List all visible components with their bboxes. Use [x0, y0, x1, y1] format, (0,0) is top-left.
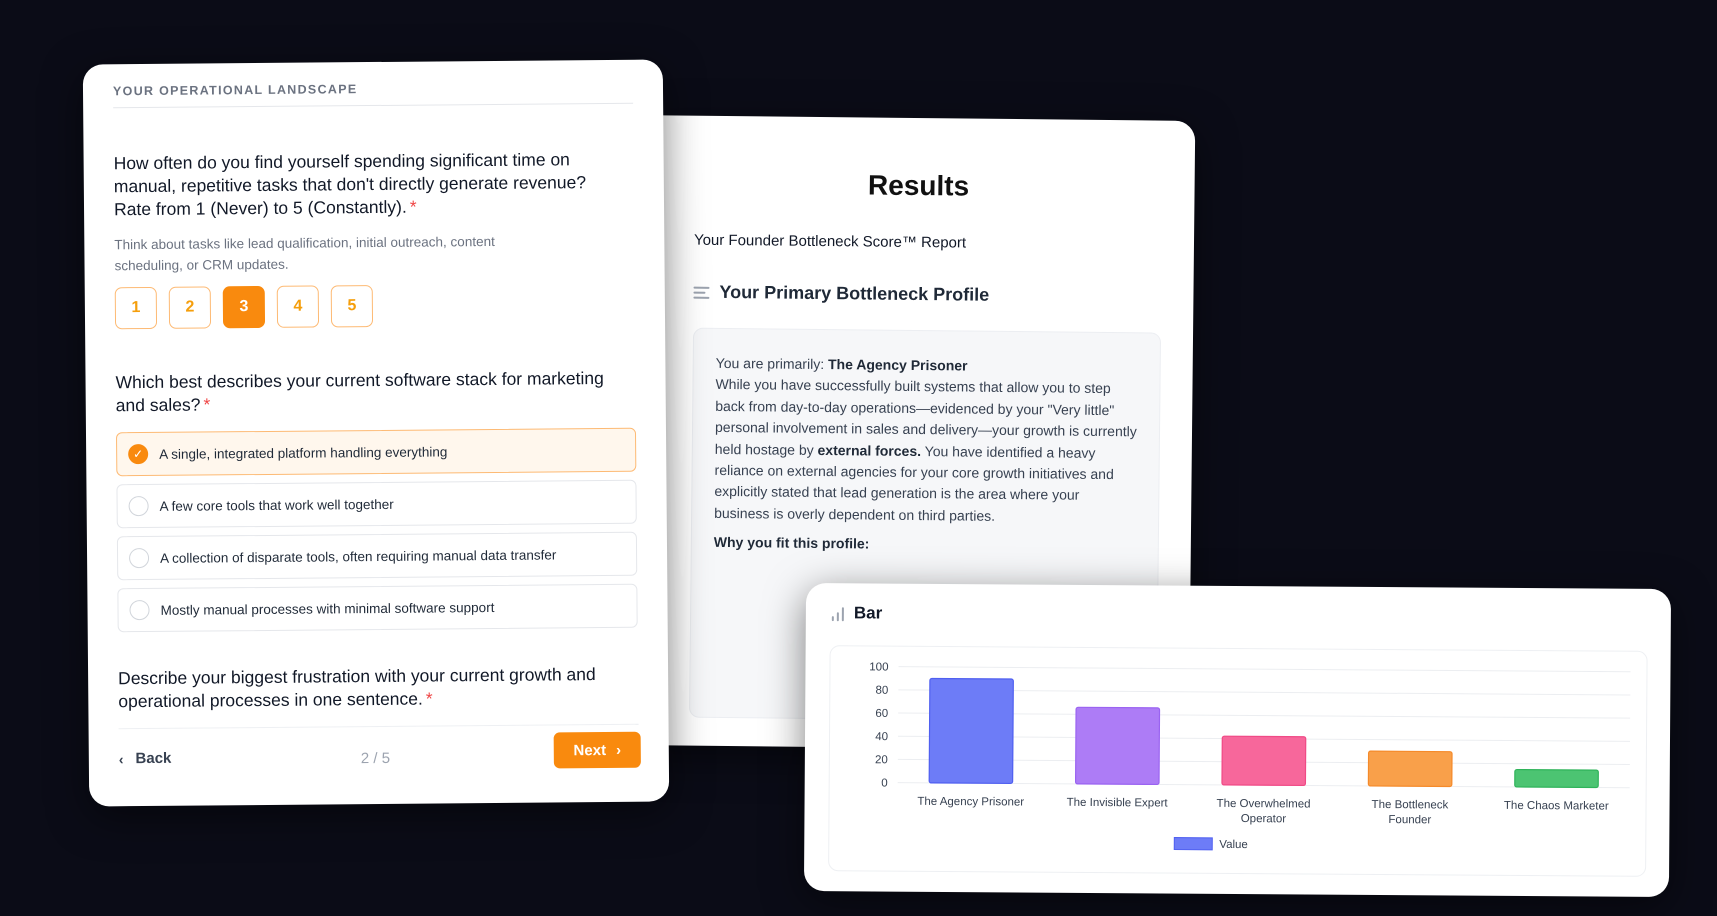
bar-chart-icon: [831, 607, 844, 622]
rating-scale: 1 2 3 4 5: [114, 285, 374, 330]
rating-button-2[interactable]: 2: [168, 286, 212, 329]
option-disparate-tools[interactable]: A collection of disparate tools, often r…: [116, 531, 638, 581]
radio-circle-icon: [128, 495, 149, 517]
y-tick-label: 100: [869, 661, 888, 673]
primary-profile-name: The Agency Prisoner: [827, 356, 968, 374]
profile-body-bold: external forces.: [817, 441, 922, 459]
y-tick-label: 20: [875, 754, 888, 766]
x-tick-label: Operator: [1241, 813, 1287, 825]
footer-divider: [118, 723, 639, 730]
radio-circle-icon: [128, 547, 150, 569]
results-title: Results: [867, 169, 970, 202]
profile-body: While you have successfully built system…: [714, 374, 1138, 528]
report-subtitle: Your Founder Bottleneck Score™ Report: [693, 231, 967, 252]
chevron-left-icon: ‹: [118, 750, 124, 767]
question-3: Describe your biggest frustration with y…: [118, 663, 618, 713]
y-tick-label: 60: [875, 708, 888, 720]
question-2-text: Which best describes your current softwa…: [115, 368, 604, 416]
y-tick-label: 0: [881, 778, 887, 790]
question-2: Which best describes your current softwa…: [115, 367, 615, 417]
legend-swatch: [1173, 837, 1213, 851]
back-button[interactable]: ‹ Back: [119, 750, 172, 767]
bar: [1367, 750, 1453, 788]
chart-frame: 0 20 40 60 80 100 The Agency Prisoner The Invis…: [828, 645, 1648, 877]
rating-button-4[interactable]: 4: [276, 285, 320, 328]
option-label: A collection of disparate tools, often r…: [160, 546, 557, 566]
option-label: A single, integrated platform handling e…: [159, 443, 448, 462]
radio-circle-icon: [129, 599, 150, 621]
gridline: [898, 666, 1631, 673]
software-stack-options: ✓ A single, integrated platform handling…: [115, 427, 638, 633]
question-1-hint: Think about tasks like lead qualificatio…: [114, 233, 495, 274]
option-manual-processes[interactable]: Mostly manual processes with minimal sof…: [117, 583, 638, 633]
why-fit-heading: Why you fit this profile:: [713, 534, 870, 552]
profile-heading-row: Your Primary Bottleneck Profile: [693, 282, 989, 306]
option-label: A few core tools that work well together: [159, 496, 394, 514]
bar: [1074, 706, 1161, 786]
profile-heading: Your Primary Bottleneck Profile: [719, 281, 990, 305]
bar: [1514, 768, 1599, 789]
next-button[interactable]: Next ›: [553, 731, 641, 769]
required-mark: *: [409, 196, 417, 217]
rating-button-1[interactable]: 1: [114, 286, 158, 330]
page-indicator: 2 / 5: [360, 749, 391, 768]
option-label: Mostly manual processes with minimal sof…: [160, 599, 495, 618]
legend-label: Value: [1219, 839, 1248, 851]
option-core-tools[interactable]: A few core tools that work well together: [116, 479, 637, 529]
y-tick-label: 40: [875, 731, 888, 743]
next-label: Next: [573, 741, 607, 759]
bar-chart: 0 20 40 60 80 100 The Agency Prisoner The Invis…: [869, 661, 1631, 851]
x-tick-label: The Bottleneck: [1372, 799, 1449, 812]
back-label: Back: [135, 749, 172, 768]
chart-card-title: Bar: [853, 603, 883, 623]
section-label: YOUR OPERATIONAL LANDSCAPE: [112, 82, 358, 99]
required-mark: *: [203, 394, 211, 415]
rating-button-3[interactable]: 3: [222, 285, 266, 329]
x-tick-label: Founder: [1388, 814, 1431, 826]
check-icon: ✓: [128, 443, 149, 465]
bar: [1221, 735, 1307, 787]
x-tick-label: The Chaos Marketer: [1504, 800, 1609, 813]
questionnaire-card: YOUR OPERATIONAL LANDSCAPE How often do …: [82, 59, 670, 807]
bar: [928, 677, 1014, 785]
section-divider: [113, 102, 634, 109]
option-integrated-platform[interactable]: ✓ A single, integrated platform handling…: [115, 427, 637, 477]
rating-button-5[interactable]: 5: [330, 285, 374, 328]
chart-card: Bar 0 20 40 60 80 100 The Agency Prisoner The I…: [803, 582, 1672, 898]
x-tick-label: The Overwhelmed: [1217, 798, 1311, 811]
chart-heading-row: Bar: [831, 603, 883, 623]
question-1: How often do you find yourself spending …: [114, 148, 615, 221]
question-3-text: Describe your biggest frustration with y…: [118, 664, 596, 712]
chevron-right-icon: ›: [615, 741, 622, 759]
text-lines-icon: [693, 286, 710, 299]
question-1-text: How often do you find yourself spending …: [113, 149, 587, 220]
y-tick-label: 80: [875, 685, 888, 697]
x-tick-label: The Agency Prisoner: [917, 796, 1024, 809]
required-mark: *: [425, 688, 433, 709]
x-tick-label: The Invisible Expert: [1067, 797, 1169, 810]
primary-prefix: You are primarily:: [715, 354, 825, 373]
